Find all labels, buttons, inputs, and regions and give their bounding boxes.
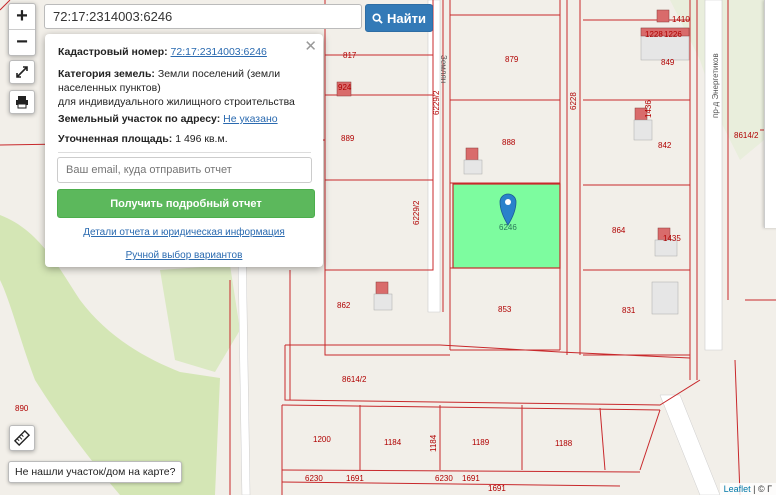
plot-label: 853 <box>498 305 512 314</box>
plot-label: 842 <box>658 141 672 150</box>
manual-selection-link[interactable]: Ручной выбор вариантов <box>126 250 243 261</box>
print-button[interactable] <box>9 90 35 114</box>
plot-label: 879 <box>505 55 519 64</box>
area-label: Уточненная площадь: <box>58 133 173 145</box>
print-icon <box>16 96 28 109</box>
plot-label: 1691 <box>346 474 364 483</box>
cadastral-label: Кадастровый номер: <box>58 46 168 58</box>
email-field[interactable] <box>57 157 312 183</box>
measure-button[interactable] <box>9 425 35 451</box>
area-value: 1 496 кв.м. <box>175 133 228 145</box>
plot-label: 849 <box>661 58 675 67</box>
plot-label: 1188 <box>555 439 573 448</box>
details-link[interactable]: Детали отчета и юридическая информация <box>83 227 285 238</box>
plot-label: 8614/2 <box>342 375 367 384</box>
plot-label: 889 <box>341 134 355 143</box>
plot-label: 1200 <box>313 435 331 444</box>
category-value: Земли поселений (земли <box>157 68 281 80</box>
plot-label: 6229/2 <box>432 90 441 115</box>
plot-label: 6229/2 <box>412 200 421 225</box>
category-label: Категория земель: <box>58 68 155 80</box>
plot-label: 890 <box>15 404 29 413</box>
zoom-control: + − <box>8 3 36 56</box>
fullscreen-icon <box>16 66 28 78</box>
zoom-in-button[interactable]: + <box>9 4 35 29</box>
plot-label: 924 <box>338 83 352 92</box>
not-found-button[interactable]: Не нашли участок/дом на карте? <box>8 461 183 483</box>
search-button-label: Найти <box>387 10 426 26</box>
map-attribution: Leaflet | © Г <box>719 483 776 495</box>
plot-label: 1226 <box>664 30 682 39</box>
zoom-out-button[interactable]: − <box>9 29 35 55</box>
plot-label: 1184 <box>384 438 402 447</box>
side-panel[interactable] <box>764 0 776 228</box>
plot-label: 6230 <box>305 474 323 483</box>
plot-label: 1410 <box>672 15 690 24</box>
address-row: Земельный участок по адресу: Не указано <box>58 112 313 126</box>
plot-label: 1184 <box>429 434 438 452</box>
plot-label: 817 <box>343 51 357 60</box>
fullscreen-button[interactable] <box>9 60 35 84</box>
street-label: Землян <box>439 55 448 83</box>
address-label: Земельный участок по адресу: <box>58 113 221 125</box>
plot-label: 1436 <box>644 100 653 118</box>
plot-label: 6230 <box>435 474 453 483</box>
category-value-3: для индивидуального жилищного строительс… <box>58 96 295 108</box>
search-button[interactable]: Найти <box>365 4 433 32</box>
plot-label: 1691 <box>488 484 506 493</box>
plot-label: 6228 <box>569 92 578 110</box>
get-report-button[interactable]: Получить подробный отчет <box>57 189 315 218</box>
category-row: Категория земель: Земли поселений (земли… <box>58 67 313 109</box>
plot-label: 831 <box>622 306 636 315</box>
plot-label: 864 <box>612 226 626 235</box>
area-row: Уточненная площадь: 1 496 кв.м. <box>58 132 313 146</box>
search-icon <box>372 12 383 24</box>
popup-divider <box>58 152 311 153</box>
plot-label: 8614/2 <box>734 131 759 140</box>
leaflet-link[interactable]: Leaflet <box>724 484 751 494</box>
plot-label: 1189 <box>472 438 490 447</box>
attribution-separator: | © <box>753 484 765 494</box>
category-value-2: населенных пунктов) <box>58 82 161 94</box>
plot-label: 888 <box>502 138 516 147</box>
attribution-text: Г <box>767 484 772 494</box>
details-link-row: Детали отчета и юридическая информация <box>45 227 323 238</box>
search-input[interactable] <box>44 4 362 29</box>
plot-label: 1435 <box>663 234 681 243</box>
street-label: пр-д Энергетиков <box>711 53 720 118</box>
plot-info-popup: ✕ Кадастровый номер: 72:17:2314003:6246 … <box>45 34 323 267</box>
plot-label: 1228 <box>645 30 663 39</box>
ruler-icon <box>14 430 30 446</box>
cadastral-row: Кадастровый номер: 72:17:2314003:6246 <box>58 45 313 59</box>
manual-link-row: Ручной выбор вариантов <box>45 250 323 261</box>
plot-label: 862 <box>337 301 351 310</box>
plot-label: 1691 <box>462 474 480 483</box>
address-link[interactable]: Не указано <box>223 113 277 125</box>
cadastral-link[interactable]: 72:17:2314003:6246 <box>171 46 267 58</box>
